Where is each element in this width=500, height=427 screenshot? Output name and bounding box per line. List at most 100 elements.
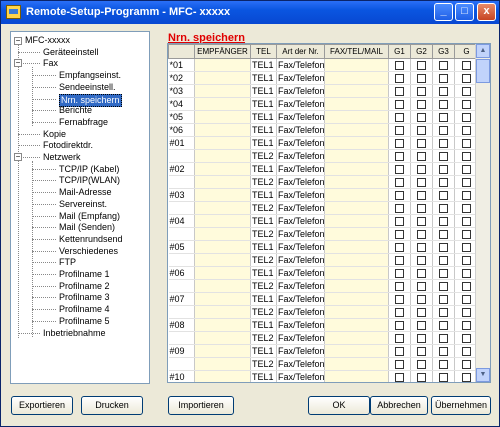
recipient-cell[interactable] xyxy=(194,162,251,176)
group-checkbox[interactable] xyxy=(395,321,404,331)
group-checkbox[interactable] xyxy=(462,334,471,344)
fax-tel-mail-cell[interactable] xyxy=(324,162,389,176)
group-checkbox[interactable] xyxy=(439,282,448,292)
collapse-icon[interactable]: − xyxy=(14,59,22,68)
tree-item[interactable]: Mail (Senden) xyxy=(59,222,115,233)
minimize-button[interactable]: _ xyxy=(434,3,453,21)
settings-tree[interactable]: − MFC-xxxxx Geräteeinstell − Fax Empfangseins… xyxy=(10,31,150,384)
group-checkbox[interactable] xyxy=(439,321,448,331)
fax-tel-mail-cell[interactable] xyxy=(324,214,389,228)
group-checkbox[interactable] xyxy=(417,178,426,188)
recipient-cell[interactable] xyxy=(194,240,251,254)
group-checkbox[interactable] xyxy=(462,256,471,266)
group-checkbox[interactable] xyxy=(417,230,426,240)
tree-item[interactable]: Profilname 3 xyxy=(59,292,110,303)
recipient-cell[interactable] xyxy=(194,136,251,150)
group-checkbox[interactable] xyxy=(439,360,448,370)
group-checkbox[interactable] xyxy=(439,113,448,123)
group-checkbox[interactable] xyxy=(417,308,426,318)
group-checkbox[interactable] xyxy=(462,269,471,279)
group-checkbox[interactable] xyxy=(462,178,471,188)
group-checkbox[interactable] xyxy=(417,100,426,110)
group-checkbox[interactable] xyxy=(439,178,448,188)
group-checkbox[interactable] xyxy=(462,191,471,201)
group-checkbox[interactable] xyxy=(417,373,426,382)
table-row[interactable]: *05 TEL1 Fax/Telefon xyxy=(168,110,479,124)
table-row[interactable]: TEL2 Fax/Telefon xyxy=(168,279,479,293)
group-checkbox[interactable] xyxy=(395,126,404,136)
tree-item[interactable]: Netzwerk xyxy=(43,152,81,163)
fax-tel-mail-cell[interactable] xyxy=(324,305,389,319)
maximize-button[interactable]: □ xyxy=(455,3,474,21)
group-checkbox[interactable] xyxy=(395,243,404,253)
table-row[interactable]: TEL2 Fax/Telefon xyxy=(168,331,479,345)
tree-item[interactable]: FTP xyxy=(59,257,76,268)
table-row[interactable]: *01 TEL1 Fax/Telefon xyxy=(168,58,479,72)
tree-item[interactable]: TCP/IP (Kabel) xyxy=(59,164,119,175)
recipient-cell[interactable] xyxy=(194,188,251,202)
fax-tel-mail-cell[interactable] xyxy=(324,292,389,306)
recipient-cell[interactable] xyxy=(194,123,251,137)
group-checkbox[interactable] xyxy=(395,347,404,357)
fax-tel-mail-cell[interactable] xyxy=(324,253,389,267)
recipient-cell[interactable] xyxy=(194,214,251,228)
group-checkbox[interactable] xyxy=(439,152,448,162)
group-checkbox[interactable] xyxy=(462,74,471,84)
group-checkbox[interactable] xyxy=(417,165,426,175)
fax-tel-mail-cell[interactable] xyxy=(324,227,389,241)
table-row[interactable]: #06 TEL1 Fax/Telefon xyxy=(168,266,479,280)
table-row[interactable]: #08 TEL1 Fax/Telefon xyxy=(168,318,479,332)
tree-item[interactable]: Profilname 5 xyxy=(59,316,110,327)
group-checkbox[interactable] xyxy=(417,321,426,331)
group-checkbox[interactable] xyxy=(462,217,471,227)
table-row[interactable]: #03 TEL1 Fax/Telefon xyxy=(168,188,479,202)
group-checkbox[interactable] xyxy=(395,191,404,201)
recipient-cell[interactable] xyxy=(194,227,251,241)
group-checkbox[interactable] xyxy=(395,282,404,292)
table-row[interactable]: #10 TEL1 Fax/Telefon xyxy=(168,370,479,382)
fax-tel-mail-cell[interactable] xyxy=(324,188,389,202)
import-button[interactable]: Importieren xyxy=(168,396,234,415)
table-row[interactable]: #05 TEL1 Fax/Telefon xyxy=(168,240,479,254)
group-checkbox[interactable] xyxy=(417,126,426,136)
column-header[interactable]: G1 xyxy=(388,44,411,59)
fax-tel-mail-cell[interactable] xyxy=(324,201,389,215)
tree-item[interactable]: Kopie xyxy=(43,129,66,140)
fax-tel-mail-cell[interactable] xyxy=(324,71,389,85)
table-row[interactable]: TEL2 Fax/Telefon xyxy=(168,201,479,215)
cancel-button[interactable]: Abbrechen xyxy=(370,396,428,415)
recipient-cell[interactable] xyxy=(194,292,251,306)
group-checkbox[interactable] xyxy=(439,334,448,344)
group-checkbox[interactable] xyxy=(417,347,426,357)
group-checkbox[interactable] xyxy=(462,282,471,292)
group-checkbox[interactable] xyxy=(395,87,404,97)
tree-item[interactable]: TCP/IP(WLAN) xyxy=(59,175,120,186)
recipient-cell[interactable] xyxy=(194,84,251,98)
group-checkbox[interactable] xyxy=(439,100,448,110)
fax-tel-mail-cell[interactable] xyxy=(324,97,389,111)
tree-item[interactable]: Profilname 1 xyxy=(59,269,110,280)
group-checkbox[interactable] xyxy=(395,360,404,370)
group-checkbox[interactable] xyxy=(417,87,426,97)
group-checkbox[interactable] xyxy=(417,204,426,214)
table-row[interactable]: *03 TEL1 Fax/Telefon xyxy=(168,84,479,98)
group-checkbox[interactable] xyxy=(462,360,471,370)
group-checkbox[interactable] xyxy=(462,347,471,357)
group-checkbox[interactable] xyxy=(417,243,426,253)
group-checkbox[interactable] xyxy=(462,87,471,97)
group-checkbox[interactable] xyxy=(395,165,404,175)
fax-tel-mail-cell[interactable] xyxy=(324,357,389,371)
tree-item[interactable]: Fernabfrage xyxy=(59,117,108,128)
group-checkbox[interactable] xyxy=(417,282,426,292)
group-checkbox[interactable] xyxy=(462,204,471,214)
table-row[interactable]: *04 TEL1 Fax/Telefon xyxy=(168,97,479,111)
column-header[interactable]: TEL xyxy=(250,44,277,59)
group-checkbox[interactable] xyxy=(462,165,471,175)
group-checkbox[interactable] xyxy=(417,360,426,370)
group-checkbox[interactable] xyxy=(417,74,426,84)
vertical-scrollbar[interactable]: ▲ ▼ xyxy=(475,44,490,382)
fax-tel-mail-cell[interactable] xyxy=(324,318,389,332)
group-checkbox[interactable] xyxy=(417,139,426,149)
group-checkbox[interactable] xyxy=(462,321,471,331)
tree-item-root[interactable]: MFC-xxxxx xyxy=(25,35,70,46)
